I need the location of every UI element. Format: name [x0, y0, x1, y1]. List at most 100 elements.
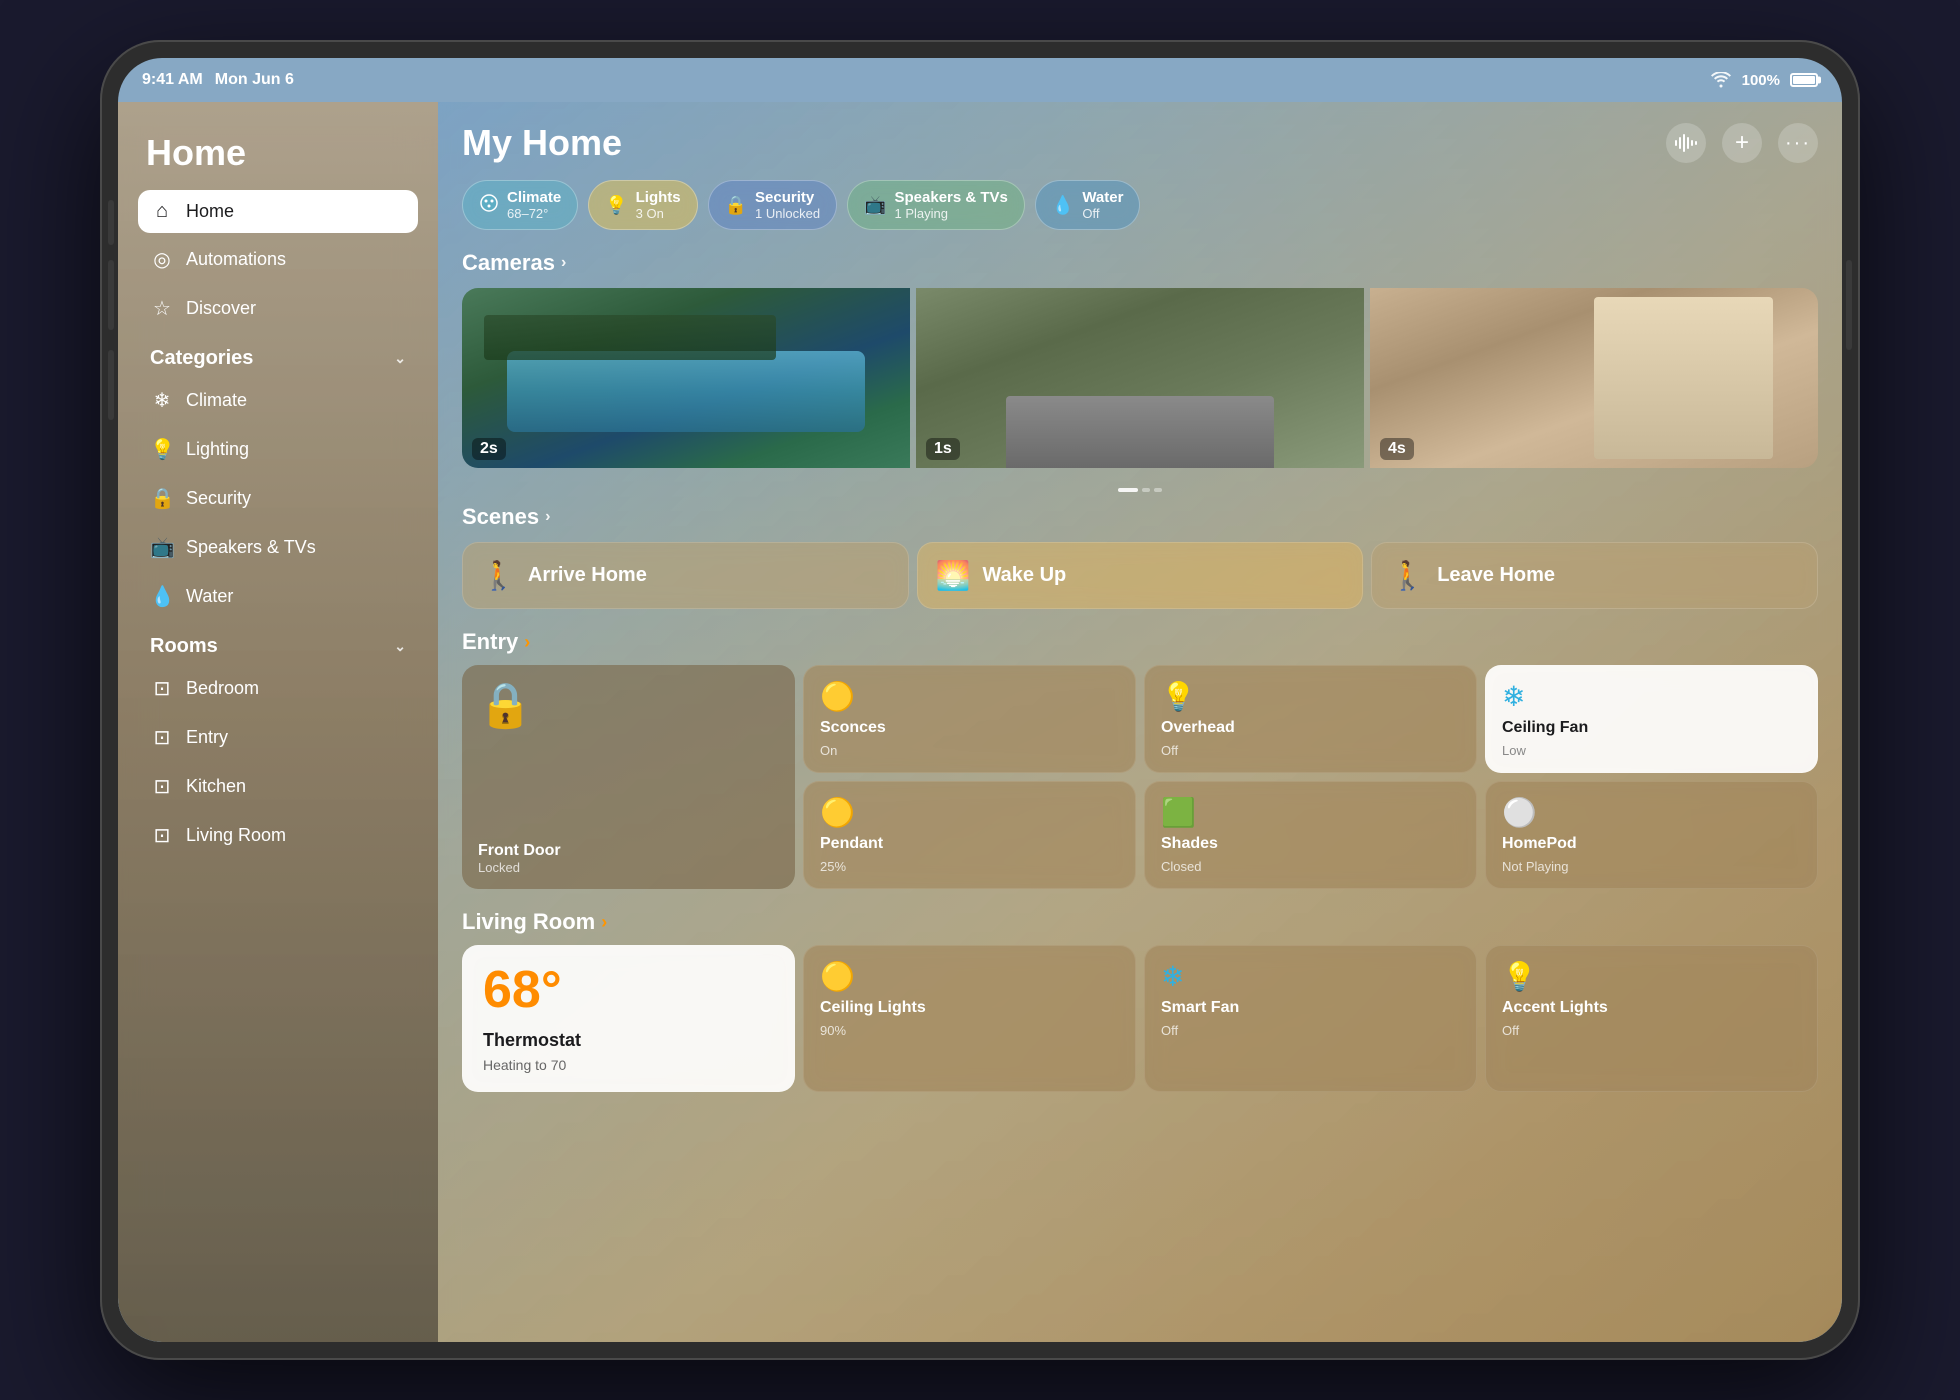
volume-up-button[interactable] — [108, 260, 114, 330]
device-front-door[interactable]: 🔒 Front Door Locked — [462, 665, 795, 889]
device-shades[interactable]: 🟩 Shades Closed — [1144, 781, 1477, 889]
pill-speakers[interactable]: 📺 Speakers & TVs 1 Playing — [847, 180, 1025, 230]
sidebar-item-lighting[interactable]: 💡 Lighting — [138, 427, 418, 472]
entry-room-chevron-icon: › — [524, 632, 530, 653]
pill-security[interactable]: 🔒 Security 1 Unlocked — [708, 180, 837, 230]
camera-pool[interactable]: 2s — [462, 288, 910, 468]
automations-icon: ◎ — [150, 247, 174, 272]
ipad-screen: 9:41 AM Mon Jun 6 100% — [118, 58, 1842, 1342]
camera-bedroom[interactable]: 4s — [1370, 288, 1818, 468]
pendant-status: 25% — [820, 859, 1119, 874]
device-smart-fan[interactable]: ❄ Smart Fan Off — [1144, 945, 1477, 1092]
front-door-lock-icon: 🔒 — [478, 679, 779, 731]
pill-climate[interactable]: Climate 68–72° — [462, 180, 578, 230]
add-button[interactable]: + — [1722, 123, 1762, 163]
status-bar: 9:41 AM Mon Jun 6 100% — [118, 58, 1842, 102]
status-left: 9:41 AM Mon Jun 6 — [142, 71, 294, 89]
pill-water[interactable]: 💧 Water Off — [1035, 180, 1141, 230]
leave-home-icon: 🚶 — [1390, 559, 1425, 592]
sidebar-item-livingroom[interactable]: ⊡ Living Room — [138, 813, 418, 858]
living-room-chevron-icon: › — [601, 912, 607, 933]
sidebar-item-security[interactable]: 🔒 Security — [138, 476, 418, 521]
cameras-grid: 2s 1s 4s — [462, 288, 1818, 468]
overhead-name: Overhead — [1161, 719, 1460, 737]
sidebar-item-discover[interactable]: ☆ Discover — [138, 286, 418, 331]
wifi-icon — [1710, 72, 1732, 88]
smart-fan-name: Smart Fan — [1161, 999, 1460, 1017]
scenes-grid: 🚶 Arrive Home 🌅 Wake Up 🚶 Leave Home — [462, 542, 1818, 609]
security-pill-icon: 🔒 — [725, 195, 747, 216]
sidebar-item-water[interactable]: 💧 Water — [138, 574, 418, 619]
sidebar-item-home[interactable]: ⌂ Home — [138, 190, 418, 233]
sconces-status: On — [820, 743, 1119, 758]
status-right: 100% — [1710, 72, 1818, 89]
power-button[interactable] — [1846, 260, 1852, 350]
arrive-home-label: Arrive Home — [528, 564, 647, 587]
climate-pill-text: Climate 68–72° — [507, 189, 561, 221]
homepod-icon: ⚪ — [1502, 796, 1801, 829]
smart-fan-icon: ❄ — [1161, 960, 1460, 993]
lights-pill-text: Lights 3 On — [636, 189, 681, 221]
kitchen-room-icon: ⊡ — [150, 774, 174, 799]
water-icon: 💧 — [150, 584, 174, 609]
sidebar-item-bedroom[interactable]: ⊡ Bedroom — [138, 666, 418, 711]
camera-pool-timestamp: 2s — [472, 438, 506, 460]
cameras-title: Cameras — [462, 250, 555, 276]
sidebar: Home ⌂ Home ◎ Automations ☆ Discover Cat… — [118, 102, 438, 1342]
scenes-title: Scenes — [462, 504, 539, 530]
living-room-title: Living Room › — [462, 909, 1818, 935]
scene-arrive-home[interactable]: 🚶 Arrive Home — [462, 542, 909, 609]
scenes-section-header: Scenes › — [462, 504, 1818, 530]
cameras-chevron-icon: › — [561, 254, 566, 272]
device-ceiling-lights[interactable]: 🟡 Ceiling Lights 90% — [803, 945, 1136, 1092]
ipad-frame: 9:41 AM Mon Jun 6 100% — [100, 40, 1860, 1360]
leave-home-label: Leave Home — [1437, 564, 1555, 587]
main-content: Home ⌂ Home ◎ Automations ☆ Discover Cat… — [118, 102, 1842, 1342]
sidebar-item-automations[interactable]: ◎ Automations — [138, 237, 418, 282]
sidebar-item-climate[interactable]: ❄ Climate — [138, 378, 418, 423]
livingroom-room-icon: ⊡ — [150, 823, 174, 848]
device-overhead[interactable]: 💡 Overhead Off — [1144, 665, 1477, 773]
ceiling-lights-status: 90% — [820, 1023, 1119, 1038]
more-button[interactable]: ··· — [1778, 123, 1818, 163]
device-thermostat[interactable]: 68° Thermostat Heating to 70 — [462, 945, 795, 1092]
lights-pill-icon: 💡 — [605, 195, 627, 216]
ceiling-fan-status: Low — [1502, 743, 1801, 758]
device-sconces[interactable]: 🟡 Sconces On — [803, 665, 1136, 773]
scroll-dot-2 — [1142, 488, 1150, 492]
sidebar-item-entry[interactable]: ⊡ Entry — [138, 715, 418, 760]
device-accent-lights[interactable]: 💡 Accent Lights Off — [1485, 945, 1818, 1092]
volume-down-button[interactable] — [108, 350, 114, 420]
scroll-dot-1 — [1118, 488, 1138, 492]
climate-pill-icon — [479, 193, 499, 218]
overhead-status: Off — [1161, 743, 1460, 758]
lighting-icon: 💡 — [150, 437, 174, 462]
pendant-icon: 🟡 — [820, 796, 1119, 829]
living-room-section: Living Room › 68° Thermostat Heating to … — [462, 909, 1818, 1092]
entry-room-title: Entry › — [462, 629, 1818, 655]
categories-chevron-icon: ⌄ — [394, 350, 406, 367]
pill-lights[interactable]: 💡 Lights 3 On — [588, 180, 697, 230]
scene-wake-up[interactable]: 🌅 Wake Up — [917, 542, 1364, 609]
sconces-name: Sconces — [820, 719, 1119, 737]
arrive-home-icon: 🚶 — [481, 559, 516, 592]
mute-button[interactable] — [108, 200, 114, 245]
speakers-pill-icon: 📺 — [864, 195, 886, 216]
sidebar-item-kitchen[interactable]: ⊡ Kitchen — [138, 764, 418, 809]
device-homepod[interactable]: ⚪ HomePod Not Playing — [1485, 781, 1818, 889]
front-door-status: Locked — [478, 860, 779, 875]
date-display: Mon Jun 6 — [215, 71, 294, 89]
right-panel-content: My Home — [438, 102, 1842, 1142]
device-pendant[interactable]: 🟡 Pendant 25% — [803, 781, 1136, 889]
water-pill-icon: 💧 — [1052, 195, 1074, 216]
waveform-button[interactable] — [1666, 123, 1706, 163]
scene-leave-home[interactable]: 🚶 Leave Home — [1371, 542, 1818, 609]
scroll-dot-3 — [1154, 488, 1162, 492]
device-ceiling-fan[interactable]: ❄ Ceiling Fan Low — [1485, 665, 1818, 773]
camera-garage[interactable]: 1s — [916, 288, 1364, 468]
security-icon: 🔒 — [150, 486, 174, 511]
waveform-icon — [1675, 134, 1697, 152]
sidebar-title: Home — [138, 132, 418, 174]
battery-percent: 100% — [1742, 72, 1780, 89]
sidebar-item-speakers[interactable]: 📺 Speakers & TVs — [138, 525, 418, 570]
